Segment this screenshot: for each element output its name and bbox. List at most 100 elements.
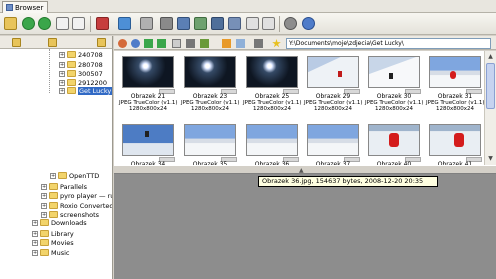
delete-icon[interactable] xyxy=(96,17,109,30)
tree-item[interactable]: +280708 xyxy=(59,60,103,69)
tree-item-selected[interactable]: + Get Lucky xyxy=(59,86,112,95)
address-field[interactable]: Y:\Documents\moje\zdjecia\Get Lucky\ xyxy=(286,38,491,49)
folder-options-icon[interactable] xyxy=(97,38,106,47)
folder-up-icon[interactable] xyxy=(144,39,153,48)
back-icon[interactable] xyxy=(118,39,127,48)
open-folder-icon[interactable] xyxy=(4,17,17,30)
folder-icon xyxy=(58,172,67,179)
print-icon[interactable] xyxy=(160,17,173,30)
vertical-scrollbar[interactable]: ▲ ▼ xyxy=(484,51,496,165)
tree-item[interactable]: +300507 xyxy=(59,69,103,78)
expand-icon[interactable]: + xyxy=(59,87,65,94)
expand-icon[interactable]: + xyxy=(41,202,47,209)
copy-icon[interactable] xyxy=(72,17,85,30)
thumbnail-image[interactable] xyxy=(122,56,174,88)
expand-icon[interactable]: + xyxy=(41,211,47,218)
thumbnail-image[interactable] xyxy=(368,56,420,88)
thumbnail-image[interactable] xyxy=(307,124,359,156)
forward-icon[interactable] xyxy=(38,17,51,30)
email-icon[interactable] xyxy=(177,17,190,30)
scan-icon[interactable] xyxy=(140,17,153,30)
thumbnail-image[interactable] xyxy=(429,56,481,88)
scroll-up-icon[interactable]: ▲ xyxy=(487,53,494,60)
thumbnail-image[interactable] xyxy=(122,124,174,156)
select-icon[interactable] xyxy=(236,39,245,48)
info-icon[interactable] xyxy=(302,17,315,30)
thumbnail-item[interactable]: Obrazek 21 JPEG TrueColor (v1.1) 1280x80… xyxy=(119,51,178,112)
filter-icon[interactable] xyxy=(222,39,231,48)
tree-item[interactable]: + Music xyxy=(32,248,70,257)
tab-bar: Browser xyxy=(0,0,496,13)
tree-item[interactable]: + Roxio Converted xyxy=(41,201,112,210)
refresh-icon[interactable] xyxy=(157,39,166,48)
forward-icon[interactable] xyxy=(131,39,140,48)
thumbnail-item[interactable]: Obrazek 31 JPEG TrueColor (v1.1) 1280x80… xyxy=(426,51,485,112)
tree-item[interactable]: + OpenTTD xyxy=(50,171,99,180)
tab-browser-label: Browser xyxy=(15,3,44,12)
thumbnail-name: Obrazek 30 xyxy=(376,93,412,100)
favorite-star-icon[interactable] xyxy=(272,39,281,48)
scroll-thumb[interactable] xyxy=(486,63,495,109)
tree-item[interactable]: + Downloads xyxy=(32,218,87,227)
thumbnail-item[interactable]: Obrazek 25 JPEG TrueColor (v1.1) 1280x80… xyxy=(243,51,302,112)
skier-figure xyxy=(338,71,342,77)
thumbnail-image[interactable] xyxy=(184,124,236,156)
gear-icon[interactable] xyxy=(284,17,297,30)
refresh-icon[interactable] xyxy=(22,17,35,30)
thumbnail-image[interactable] xyxy=(246,56,298,88)
thumbnail-image[interactable] xyxy=(307,56,359,88)
expand-icon[interactable]: + xyxy=(59,79,65,86)
batch-convert-icon[interactable] xyxy=(228,17,241,30)
sort-icon[interactable] xyxy=(200,39,209,48)
tab-browser[interactable]: Browser xyxy=(2,1,49,13)
thumbnail-image[interactable] xyxy=(184,56,236,88)
browser-tab-icon xyxy=(6,4,13,11)
expand-icon[interactable]: + xyxy=(41,183,47,190)
expand-icon[interactable]: + xyxy=(59,61,65,68)
expand-icon[interactable]: + xyxy=(59,51,65,58)
thumbnail-item[interactable]: Obrazek 30 JPEG TrueColor (v1.1) 1280x80… xyxy=(365,51,424,112)
thumbnail-image[interactable] xyxy=(246,124,298,156)
splitter-arrow-icon[interactable]: ▲ xyxy=(299,167,304,174)
thumbnail-grid[interactable]: Obrazek 21 JPEG TrueColor (v1.1) 1280x80… xyxy=(114,51,485,168)
screen-capture-icon[interactable] xyxy=(211,17,224,30)
scroll-down-icon[interactable]: ▼ xyxy=(487,155,494,162)
tree-item[interactable]: + Movies xyxy=(32,238,74,247)
grid-icon[interactable] xyxy=(262,17,275,30)
settings-doc-icon[interactable] xyxy=(246,17,259,30)
navigation-bar: Y:\Documents\moje\zdjecia\Get Lucky\ xyxy=(114,36,496,50)
thumbnail-size: 1280x800x24 xyxy=(252,106,291,112)
expand-icon[interactable]: + xyxy=(32,239,38,246)
thumbnail-size: 1280x800x24 xyxy=(190,106,229,112)
person-figure xyxy=(454,133,464,147)
folder-up-icon[interactable] xyxy=(12,38,21,47)
expand-icon[interactable]: + xyxy=(50,172,56,179)
tree-item[interactable]: +240708 xyxy=(59,50,103,59)
thumbnail-item[interactable]: Obrazek 23 JPEG TrueColor (v1.1) 1280x80… xyxy=(181,51,240,112)
thumbnail-size: 1280x800x24 xyxy=(128,106,167,112)
chevron-down-icon[interactable] xyxy=(186,39,195,48)
preview-pane xyxy=(114,174,496,279)
tree-item[interactable]: + Parallels xyxy=(41,182,87,191)
favorites-icon[interactable] xyxy=(48,38,57,47)
thumbnail-item[interactable]: Obrazek 29 JPEG TrueColor (v1.1) 1280x80… xyxy=(304,51,363,112)
expand-icon[interactable]: + xyxy=(41,192,47,199)
expand-icon[interactable]: + xyxy=(32,230,38,237)
view-mode-icon[interactable] xyxy=(118,17,131,30)
expand-icon[interactable]: + xyxy=(59,70,65,77)
folder-icon xyxy=(67,61,76,68)
slideshow-icon[interactable] xyxy=(194,17,207,30)
skier-figure xyxy=(145,131,149,137)
tree-item[interactable]: + pyro player — ru xyxy=(41,191,112,200)
thumbnail-image[interactable] xyxy=(368,124,420,156)
folder-tree[interactable]: +240708 +280708 +300507 +2912200 + Get Lu… xyxy=(0,49,113,279)
tree-item[interactable]: + Library xyxy=(32,229,74,238)
thumbnail-image[interactable] xyxy=(429,124,481,156)
chevron-down-icon[interactable] xyxy=(254,39,263,48)
new-file-icon[interactable] xyxy=(56,17,69,30)
preview-splitter[interactable]: ▲ xyxy=(114,165,496,174)
person-figure xyxy=(389,133,399,147)
expand-icon[interactable]: + xyxy=(32,249,38,256)
expand-icon[interactable]: + xyxy=(32,219,38,226)
view-icon[interactable] xyxy=(172,39,181,48)
